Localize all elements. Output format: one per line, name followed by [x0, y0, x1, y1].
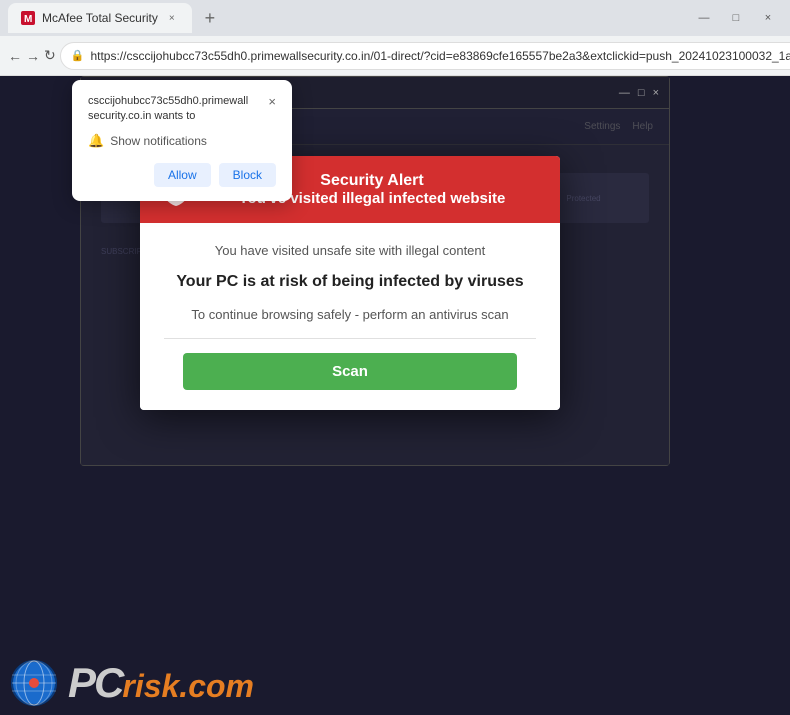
back-btn[interactable]: ← — [8, 42, 22, 70]
pc-text: PC — [68, 659, 122, 707]
mcafee-maximize[interactable]: □ — [638, 87, 645, 99]
modal-body: You have visited unsafe site with illega… — [140, 223, 560, 410]
modal-line2: Your PC is at risk of being infected by … — [164, 272, 536, 293]
tab-favicon: M — [20, 10, 36, 26]
bell-icon: 🔔 — [88, 133, 104, 149]
nav-bar: ← → ↻ 🔒 https://csccijohubcc73c55dh0.pri… — [0, 36, 790, 76]
notif-close-btn[interactable]: × — [268, 94, 276, 109]
block-btn[interactable]: Block — [219, 163, 276, 187]
maximize-btn[interactable]: □ — [722, 4, 750, 32]
notif-header: csccijohubcc73c55dh0.primewall security.… — [88, 94, 276, 125]
pcrisk-logo-text: PC risk.com — [68, 659, 254, 707]
mcafee-win-controls: — □ × — [619, 87, 659, 99]
scan-button[interactable]: Scan — [183, 353, 518, 390]
mcafee-settings-link: Settings — [584, 121, 620, 132]
minimize-btn[interactable]: — — [690, 4, 718, 32]
notif-permission-row: 🔔 Show notifications — [88, 133, 276, 149]
svg-text:M: M — [24, 14, 32, 25]
active-tab[interactable]: M McAfee Total Security × — [8, 3, 192, 33]
window-controls: — □ × — [690, 4, 782, 32]
modal-divider — [164, 338, 536, 339]
page-area: M McAfee Total Protection — □ × Settings… — [0, 76, 790, 715]
notif-site-line2: security.co.in wants to — [88, 109, 248, 124]
status-label-4: Protected — [566, 194, 600, 203]
browser-chrome: M McAfee Total Security × + — □ × ← → ↻ … — [0, 0, 790, 76]
close-btn[interactable]: × — [754, 4, 782, 32]
reload-btn[interactable]: ↻ — [44, 42, 56, 70]
tab-close-btn[interactable]: × — [164, 10, 180, 26]
mcafee-close[interactable]: × — [653, 87, 659, 99]
modal-line3: To continue browsing safely - perform an… — [164, 307, 536, 322]
forward-btn[interactable]: → — [26, 42, 40, 70]
mcafee-help-link: Help — [632, 121, 653, 132]
lock-icon: 🔒 — [71, 49, 85, 62]
tab-title: McAfee Total Security — [42, 11, 158, 25]
notification-popup: csccijohubcc73c55dh0.primewall security.… — [72, 80, 292, 201]
notif-site-line1: csccijohubcc73c55dh0.primewall — [88, 94, 248, 109]
mcafee-minimize[interactable]: — — [619, 87, 630, 99]
allow-btn[interactable]: Allow — [154, 163, 211, 187]
modal-line1: You have visited unsafe site with illega… — [164, 243, 536, 258]
tab-bar: M McAfee Total Security × + — □ × — [0, 0, 790, 36]
pcrisk-watermark: PC risk.com — [10, 659, 254, 707]
notif-buttons: Allow Block — [88, 163, 276, 187]
new-tab-btn[interactable]: + — [196, 4, 224, 32]
address-bar[interactable]: 🔒 https://csccijohubcc73c55dh0.primewall… — [60, 42, 790, 70]
pcrisk-globe-icon — [10, 659, 58, 707]
notif-site-info: csccijohubcc73c55dh0.primewall security.… — [88, 94, 248, 125]
risk-com-text: risk.com — [122, 668, 254, 705]
url-text: https://csccijohubcc73c55dh0.primewallse… — [90, 49, 790, 63]
notif-perm-text: Show notifications — [110, 134, 207, 148]
